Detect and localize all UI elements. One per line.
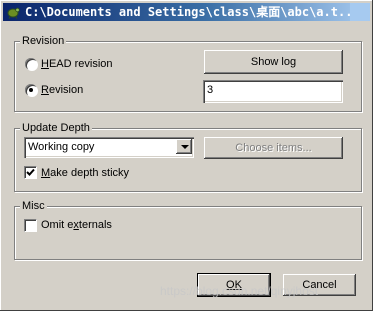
- head-revision-label[interactable]: HEAD revision: [41, 57, 113, 71]
- radio-selected-dot: [29, 88, 33, 92]
- depth-sticky-label[interactable]: Make depth sticky: [41, 166, 129, 180]
- depth-select[interactable]: Working copy: [24, 137, 194, 158]
- depth-select-value: Working copy: [28, 141, 95, 153]
- title-bar[interactable]: C:\Documents and Settings\class\桌面\abc\a…: [3, 3, 370, 21]
- choose-items-label: Choose items...: [235, 142, 312, 154]
- revision-number-value: 3: [207, 84, 214, 96]
- choose-items-button: Choose items...: [204, 137, 343, 159]
- revision-label[interactable]: Revision: [41, 83, 83, 97]
- show-log-label: Show log: [250, 56, 297, 68]
- checkmark-icon: [26, 168, 35, 176]
- title-bar-end: [350, 3, 370, 21]
- head-revision-radio[interactable]: [25, 58, 37, 70]
- revision-legend: Revision: [20, 35, 67, 48]
- revision-radio[interactable]: [25, 84, 37, 96]
- chevron-down-icon[interactable]: [176, 139, 192, 154]
- tortoise-app-icon: [7, 7, 20, 19]
- revision-number-field[interactable]: 3: [203, 80, 343, 103]
- window-title: C:\Documents and Settings\class\桌面\abc\a…: [25, 5, 360, 19]
- misc-group: [14, 206, 362, 260]
- watermark-text: https://blog.csdn.net/qinyjhost: [160, 284, 319, 298]
- omit-externals-label[interactable]: Omit externals: [41, 218, 112, 232]
- update-depth-legend: Update Depth: [20, 122, 92, 135]
- update-to-revision-dialog: C:\Documents and Settings\class\桌面\abc\a…: [0, 0, 373, 311]
- omit-externals-checkbox[interactable]: [24, 219, 37, 232]
- show-log-button[interactable]: Show log: [204, 50, 343, 74]
- depth-sticky-checkbox[interactable]: [24, 166, 37, 179]
- misc-legend: Misc: [20, 200, 47, 213]
